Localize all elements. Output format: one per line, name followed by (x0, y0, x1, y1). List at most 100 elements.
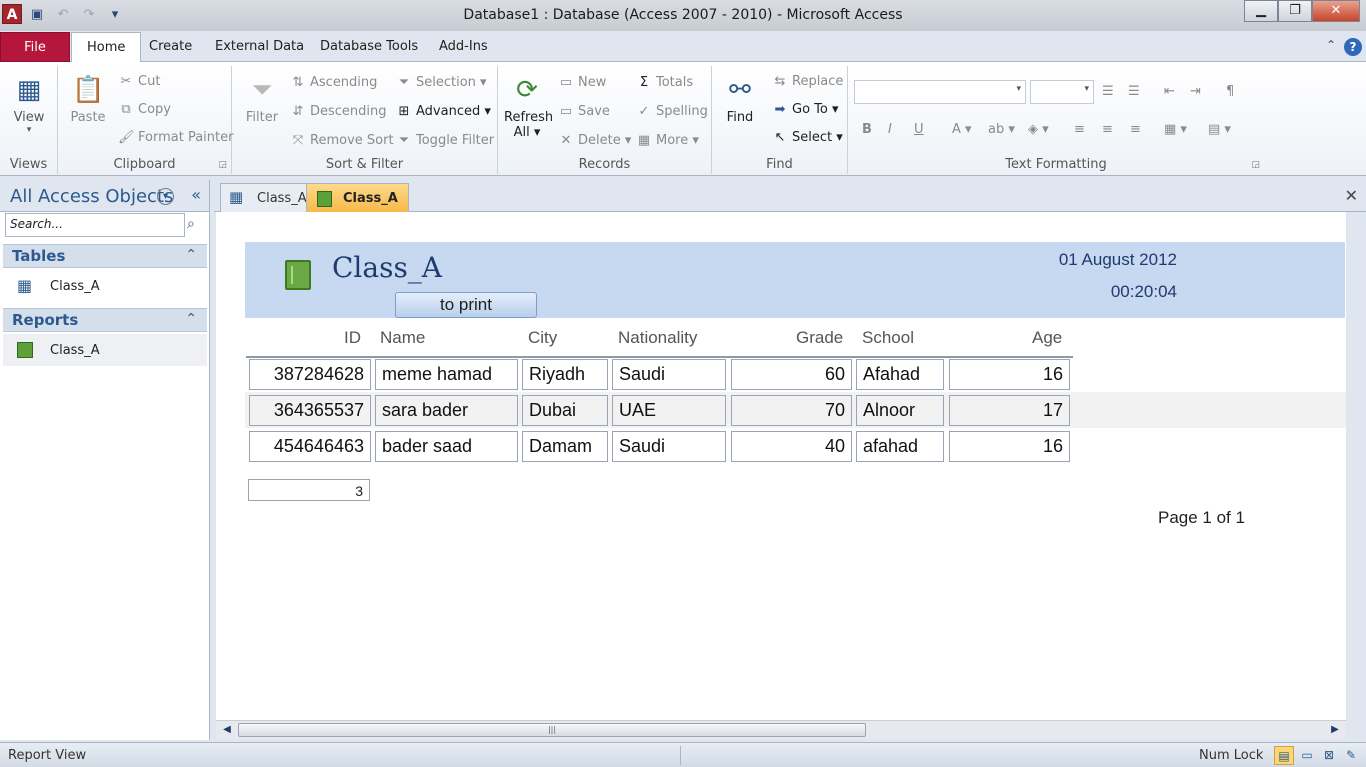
cell-grade[interactable]: 40 (731, 431, 852, 462)
refresh-all-button[interactable]: ⟳ Refresh All ▾ (504, 74, 553, 140)
align-left-icon[interactable]: ≡ (1074, 122, 1085, 137)
print-preview-icon[interactable]: ▭ (1297, 746, 1317, 765)
nav-item-table-class-a[interactable]: ▦ Class_A (3, 270, 207, 302)
italic-button[interactable]: I (888, 122, 892, 137)
nav-item-report-class-a[interactable]: Class_A (3, 334, 207, 366)
help-icon[interactable]: ? (1344, 38, 1362, 56)
tab-file[interactable]: File (0, 32, 70, 62)
scroll-left-arrow-icon[interactable]: ◀ (219, 722, 235, 738)
spelling-button[interactable]: ✓ Spelling (636, 104, 708, 119)
underline-button[interactable]: U (914, 122, 924, 137)
search-icon[interactable]: ⌕ (187, 216, 195, 232)
new-record-button[interactable]: ▭ New (558, 75, 607, 90)
advanced-button[interactable]: ⊞ Advanced ▾ (396, 104, 491, 119)
close-window-button[interactable]: ✕ (1312, 0, 1360, 22)
text-formatting-dialog-launcher-icon[interactable]: ◲ (1251, 160, 1260, 170)
align-right-icon[interactable]: ≡ (1130, 122, 1141, 137)
bullets-icon[interactable]: ☰ (1102, 84, 1114, 99)
cell-school[interactable]: Alnoor (856, 395, 944, 426)
close-document-icon[interactable]: ✕ (1345, 186, 1358, 205)
select-button[interactable]: ↖ Select ▾ (772, 130, 843, 145)
restore-button[interactable]: ❐ (1278, 0, 1312, 22)
ascending-button[interactable]: ⇅ Ascending (290, 75, 378, 90)
cell-nationality[interactable]: Saudi (612, 359, 726, 390)
cell-grade[interactable]: 60 (731, 359, 852, 390)
replace-button[interactable]: ⇆ Replace (772, 74, 844, 89)
scrollbar-thumb[interactable]: ||| (238, 723, 866, 737)
more-button[interactable]: ▦ More ▾ (636, 133, 699, 148)
go-to-button[interactable]: ➡ Go To ▾ (772, 102, 839, 117)
shutter-bar-collapse-icon[interactable]: « (191, 185, 201, 204)
font-color-icon[interactable]: A ▾ (952, 122, 972, 137)
view-button[interactable]: ▦ View ▾ (6, 74, 52, 135)
alternate-row-color-icon[interactable]: ▤ ▾ (1208, 122, 1231, 137)
save-record-button[interactable]: ▭ Save (558, 104, 610, 119)
filter-button[interactable]: ⏷ Filter (240, 74, 284, 125)
tab-add-ins[interactable]: Add-Ins (424, 32, 503, 62)
cell-age[interactable]: 16 (949, 431, 1070, 462)
nav-menu-dropdown-icon[interactable]: ▾ (157, 188, 174, 205)
cell-id[interactable]: 387284628 (249, 359, 371, 390)
minimize-ribbon-icon[interactable]: ⌃ (1326, 38, 1336, 56)
cell-name[interactable]: bader saad (375, 431, 518, 462)
format-painter-button[interactable]: 🖌 Format Painter (118, 130, 233, 145)
doc-tab-report-class-a[interactable]: Class_A (306, 183, 409, 212)
paste-button[interactable]: 📋 Paste (66, 74, 110, 125)
font-name-dropdown[interactable]: ▾ (854, 80, 1026, 104)
horizontal-scrollbar[interactable]: ◀ ||| ▶ (216, 720, 1346, 739)
decrease-indent-icon[interactable]: ⇤ (1164, 84, 1175, 99)
collapse-section-icon[interactable]: ⌃ (185, 247, 197, 263)
clipboard-dialog-launcher-icon[interactable]: ◲ (218, 160, 227, 170)
design-view-icon[interactable]: ✎ (1341, 746, 1361, 765)
highlight-icon[interactable]: ab ▾ (988, 122, 1015, 137)
numbering-icon[interactable]: ☰ (1128, 84, 1140, 99)
paragraph-direction-icon[interactable]: ¶ (1226, 84, 1234, 99)
record-count-field[interactable]: 3 (248, 479, 370, 501)
cell-nationality[interactable]: Saudi (612, 431, 726, 462)
scroll-right-arrow-icon[interactable]: ▶ (1327, 722, 1343, 738)
cell-id[interactable]: 364365537 (249, 395, 371, 426)
cell-school[interactable]: Afahad (856, 359, 944, 390)
cell-grade[interactable]: 70 (731, 395, 852, 426)
nav-pane-header[interactable]: All Access Objects ▾ « (0, 180, 209, 212)
cell-city[interactable]: Riyadh (522, 359, 608, 390)
cell-city[interactable]: Damam (522, 431, 608, 462)
cell-name[interactable]: sara bader (375, 395, 518, 426)
nav-section-reports[interactable]: Reports ⌃ (3, 308, 207, 332)
report-view-icon[interactable]: ▤ (1274, 746, 1294, 765)
tab-create[interactable]: Create (134, 32, 207, 62)
doc-tab-table-class-a[interactable]: ▦ Class_A (220, 183, 318, 212)
minimize-button[interactable]: ▁ (1244, 0, 1278, 22)
cell-id[interactable]: 454646463 (249, 431, 371, 462)
tab-home[interactable]: Home (71, 32, 142, 63)
remove-sort-button[interactable]: ⤧ Remove Sort (290, 133, 394, 148)
cell-school[interactable]: afahad (856, 431, 944, 462)
copy-button[interactable]: ⧉ Copy (118, 102, 171, 117)
nav-section-tables[interactable]: Tables ⌃ (3, 244, 207, 268)
find-button[interactable]: ⚯ Find (718, 74, 762, 125)
cell-age[interactable]: 17 (949, 395, 1070, 426)
descending-button[interactable]: ⇵ Descending (290, 104, 387, 119)
nav-search-input[interactable]: Search... (5, 213, 185, 237)
delete-record-button[interactable]: ✕ Delete ▾ (558, 133, 632, 148)
cell-nationality[interactable]: UAE (612, 395, 726, 426)
collapse-section-icon[interactable]: ⌃ (185, 311, 197, 327)
gridlines-icon[interactable]: ▦ ▾ (1164, 122, 1187, 137)
align-center-icon[interactable]: ≡ (1102, 122, 1113, 137)
nav-item-label: Class_A (50, 343, 100, 358)
cell-city[interactable]: Dubai (522, 395, 608, 426)
print-button[interactable]: to print (395, 292, 537, 318)
toggle-filter-button[interactable]: ⏷ Toggle Filter (396, 133, 494, 148)
increase-indent-icon[interactable]: ⇥ (1190, 84, 1201, 99)
cell-age[interactable]: 16 (949, 359, 1070, 390)
layout-view-icon[interactable]: ⊠ (1319, 746, 1339, 765)
fill-color-icon[interactable]: ◈ ▾ (1028, 122, 1049, 137)
cut-button[interactable]: ✂ Cut (118, 74, 161, 89)
tab-external-data[interactable]: External Data (200, 32, 319, 62)
totals-button[interactable]: Σ Totals (636, 75, 693, 90)
bold-button[interactable]: B (862, 122, 872, 137)
selection-button[interactable]: ⏷ Selection ▾ (396, 75, 487, 90)
tab-database-tools[interactable]: Database Tools (305, 32, 433, 62)
font-size-dropdown[interactable]: ▾ (1030, 80, 1094, 104)
cell-name[interactable]: meme hamad (375, 359, 518, 390)
